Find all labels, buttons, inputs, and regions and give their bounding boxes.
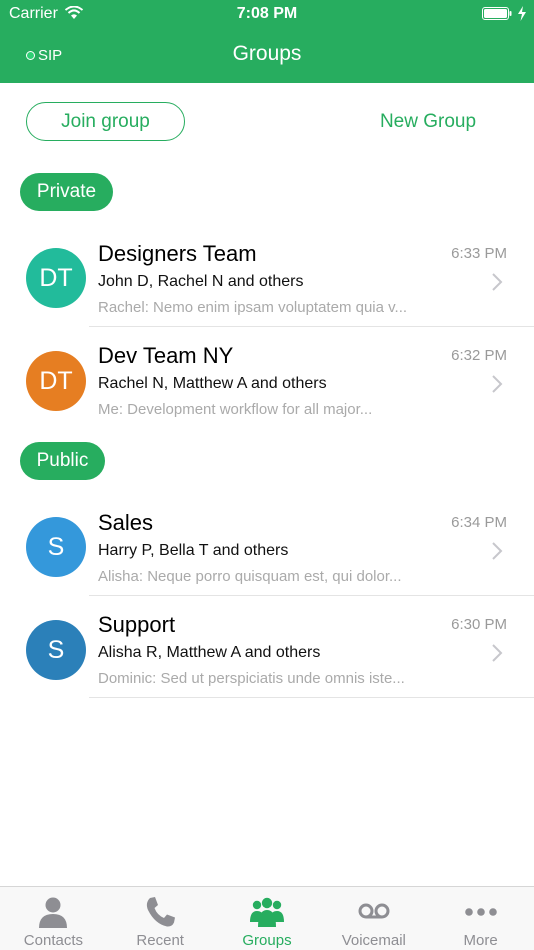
group-members: Harry P, Bella T and others	[98, 542, 289, 559]
chevron-right-icon	[492, 273, 503, 291]
group-name: Dev Team NY	[98, 343, 234, 368]
tab-more[interactable]: More	[427, 887, 534, 950]
chevron-right-icon	[492, 375, 503, 393]
group-name: Designers Team	[98, 241, 257, 266]
navigation-bar: SIP Groups	[0, 28, 534, 83]
more-icon	[464, 908, 497, 916]
voicemail-icon	[358, 903, 390, 919]
chevron-right-icon	[492, 644, 503, 662]
group-members: Rachel N, Matthew A and others	[98, 375, 327, 392]
tab-label: Contacts	[23, 932, 83, 949]
status-time: 7:08 PM	[236, 5, 298, 22]
charging-icon	[518, 6, 526, 21]
row-divider	[89, 595, 534, 596]
tab-groups[interactable]: Groups	[214, 887, 321, 950]
last-message-preview: Alisha: Neque porro quisquam est, qui do…	[98, 568, 402, 585]
group-row-dev-team-ny[interactable]: DT Dev Team NY Rachel N, Matthew A and o…	[0, 328, 534, 430]
tab-recent[interactable]: Recent	[107, 887, 214, 950]
chevron-right-icon	[492, 542, 503, 560]
section-public-label: Public	[20, 442, 105, 480]
join-group-button[interactable]: Join group	[26, 102, 185, 141]
tab-bar: Contacts Recent Groups Voicemail More	[0, 886, 534, 950]
tab-label: Voicemail	[341, 932, 406, 949]
new-group-button[interactable]: New Group	[360, 102, 496, 141]
battery-icon	[482, 7, 512, 20]
section-private-label: Private	[20, 173, 113, 211]
group-name: Sales	[98, 510, 154, 535]
tab-label: More	[463, 932, 498, 949]
row-divider	[89, 697, 534, 698]
person-icon	[39, 897, 68, 928]
group-name: Support	[98, 612, 176, 637]
header: Carrier 7:08 PM SIP Groups	[0, 0, 534, 83]
group-members: Alisha R, Matthew A and others	[98, 644, 321, 661]
group-avatar: DT	[26, 248, 86, 308]
last-message-time: 6:33 PM	[451, 245, 507, 262]
group-row-sales[interactable]: S Sales Harry P, Bella T and others Alis…	[0, 495, 534, 597]
tab-label: Groups	[242, 932, 292, 949]
group-icon	[249, 897, 284, 927]
group-row-designers-team[interactable]: DT Designers Team John D, Rachel N and o…	[0, 226, 534, 328]
tab-label: Recent	[136, 932, 184, 949]
tab-voicemail[interactable]: Voicemail	[320, 887, 427, 950]
group-row-support[interactable]: S Support Alisha R, Matthew A and others…	[0, 597, 534, 699]
phone-icon	[147, 897, 176, 927]
group-members: John D, Rachel N and others	[98, 273, 304, 290]
last-message-time: 6:30 PM	[451, 616, 507, 633]
last-message-time: 6:34 PM	[451, 514, 507, 531]
last-message-time: 6:32 PM	[451, 347, 507, 364]
tab-contacts[interactable]: Contacts	[0, 887, 107, 950]
last-message-preview: Rachel: Nemo enim ipsam voluptatem quia …	[98, 299, 408, 316]
group-avatar: DT	[26, 351, 86, 411]
page-title: Groups	[232, 42, 302, 65]
last-message-preview: Me: Development workflow for all major..…	[98, 401, 373, 418]
row-divider	[89, 326, 534, 327]
status-bar: Carrier 7:08 PM	[0, 0, 534, 28]
group-avatar: S	[26, 620, 86, 680]
group-avatar: S	[26, 517, 86, 577]
last-message-preview: Dominic: Sed ut perspiciatis unde omnis …	[98, 670, 405, 687]
